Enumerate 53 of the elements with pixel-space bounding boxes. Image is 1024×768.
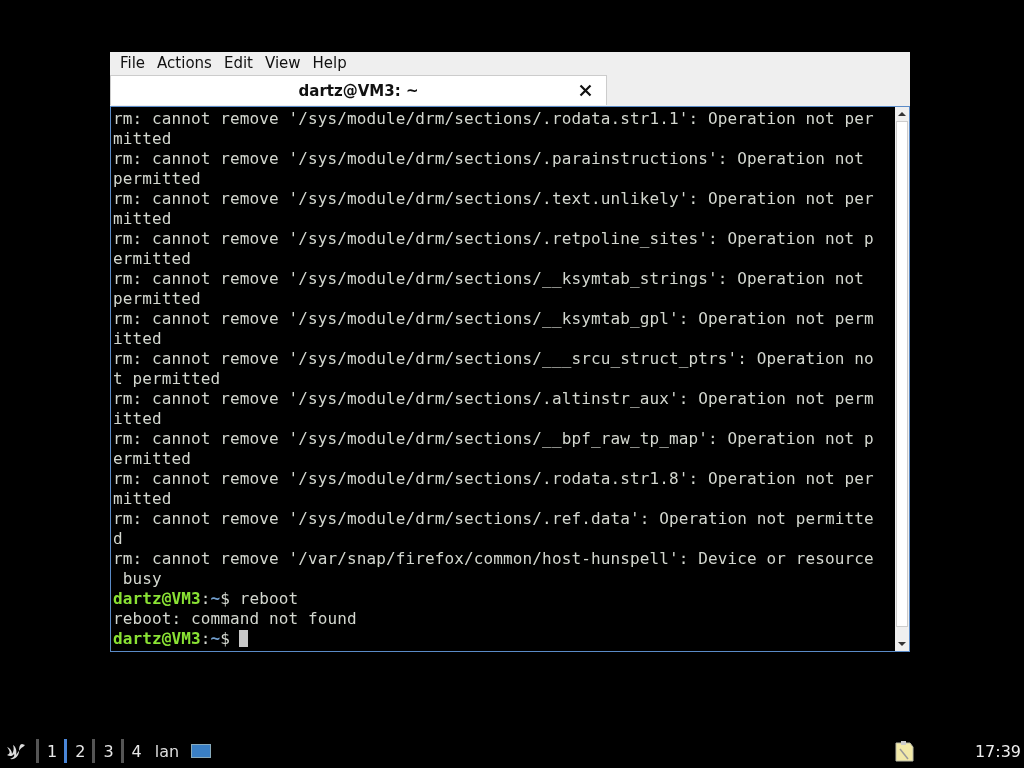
prompt-path: ~ [210, 589, 221, 608]
prompt-symbol: $ [220, 629, 231, 648]
terminal-output-line: rm: cannot remove '/sys/module/drm/sections/___srcu_struct_ptrs': Operation no [113, 349, 875, 369]
scrollbar-thumb[interactable] [896, 121, 908, 627]
terminal-output-line: rm: cannot remove '/var/snap/firefox/common/host-hunspell': Device or resource [113, 549, 875, 569]
terminal-output-line: rm: cannot remove '/sys/module/drm/sections/.parainstructions': Operation not [113, 149, 865, 169]
terminal-output-line: rm: cannot remove '/sys/module/drm/sections/.text.unlikely': Operation not per [113, 189, 875, 209]
menu-item[interactable]: View [258, 52, 307, 73]
workspace-button[interactable]: 2 [64, 739, 93, 763]
terminal-output-line: rm: cannot remove '/sys/module/drm/sections/.ref.data': Operation not permitte [113, 509, 875, 529]
prompt-user: dartz@VM3 [113, 589, 201, 608]
terminal-output-line: itted [113, 329, 163, 349]
menu-item[interactable]: Help [306, 52, 353, 73]
terminal-output-line: rm: cannot remove '/sys/module/drm/sections/__ksymtab_strings': Operation not [113, 269, 865, 289]
prompt-symbol: $ [220, 589, 231, 608]
workspace-button[interactable]: 4 [120, 739, 149, 763]
menu-item[interactable]: Actions [151, 52, 218, 73]
clock: 17:39 [974, 741, 1021, 761]
terminal-output-line: mitted [113, 209, 173, 229]
terminal-output-line: permitted [113, 289, 202, 309]
terminal-output-line: rm: cannot remove '/sys/module/drm/sections/__bpf_raw_tp_map': Operation not p [113, 429, 875, 449]
terminal-output-line: mitted [113, 129, 173, 149]
terminal-output-line: mitted [113, 489, 173, 509]
prompt-separator: : [200, 589, 211, 608]
prompt-user: dartz@VM3 [113, 629, 201, 648]
terminal-output-line: busy [121, 569, 163, 589]
prompt-path: ~ [210, 629, 221, 648]
scroll-up-icon[interactable] [897, 110, 907, 118]
close-icon[interactable] [579, 84, 592, 97]
terminal-output-line: permitted [113, 169, 202, 189]
terminal-output-line: t permitted [113, 369, 222, 389]
terminal-output-line: ermitted [113, 249, 193, 269]
window-icon[interactable] [190, 744, 211, 758]
notepad-icon[interactable] [892, 739, 915, 763]
task-label[interactable]: lan [154, 741, 183, 761]
terminal-output-line: d [113, 529, 124, 549]
menu-item[interactable]: Edit [217, 52, 259, 73]
workspace-button[interactable]: 1 [36, 739, 65, 763]
command-text: reboot [239, 589, 299, 608]
terminal-output-line: rm: cannot remove '/sys/module/drm/sections/.altinstr_aux': Operation not perm [113, 389, 875, 409]
tab-title: dartz@VM3: ~ [298, 81, 419, 100]
terminal-output-line: rm: cannot remove '/sys/module/drm/sections/__ksymtab_gpl': Operation not perm [113, 309, 875, 329]
menu-item[interactable]: File [114, 52, 152, 73]
terminal-output-line: reboot: command not found [113, 609, 358, 629]
terminal-output-line: rm: cannot remove '/sys/module/drm/sections/.rodata.str1.1': Operation not per [113, 109, 875, 129]
scroll-down-icon[interactable] [897, 640, 907, 648]
prompt-separator: : [200, 629, 211, 648]
terminal-output-line: rm: cannot remove '/sys/module/drm/sections/.retpoline_sites': Operation not p [113, 229, 875, 249]
terminal-output-line: itted [113, 409, 163, 429]
terminal-output-line: rm: cannot remove '/sys/module/drm/sections/.rodata.str1.8': Operation not per [113, 469, 875, 489]
terminal-output-line: ermitted [113, 449, 193, 469]
workspace-button[interactable]: 3 [92, 739, 121, 763]
terminal-tab[interactable]: dartz@VM3: ~ [110, 75, 607, 105]
